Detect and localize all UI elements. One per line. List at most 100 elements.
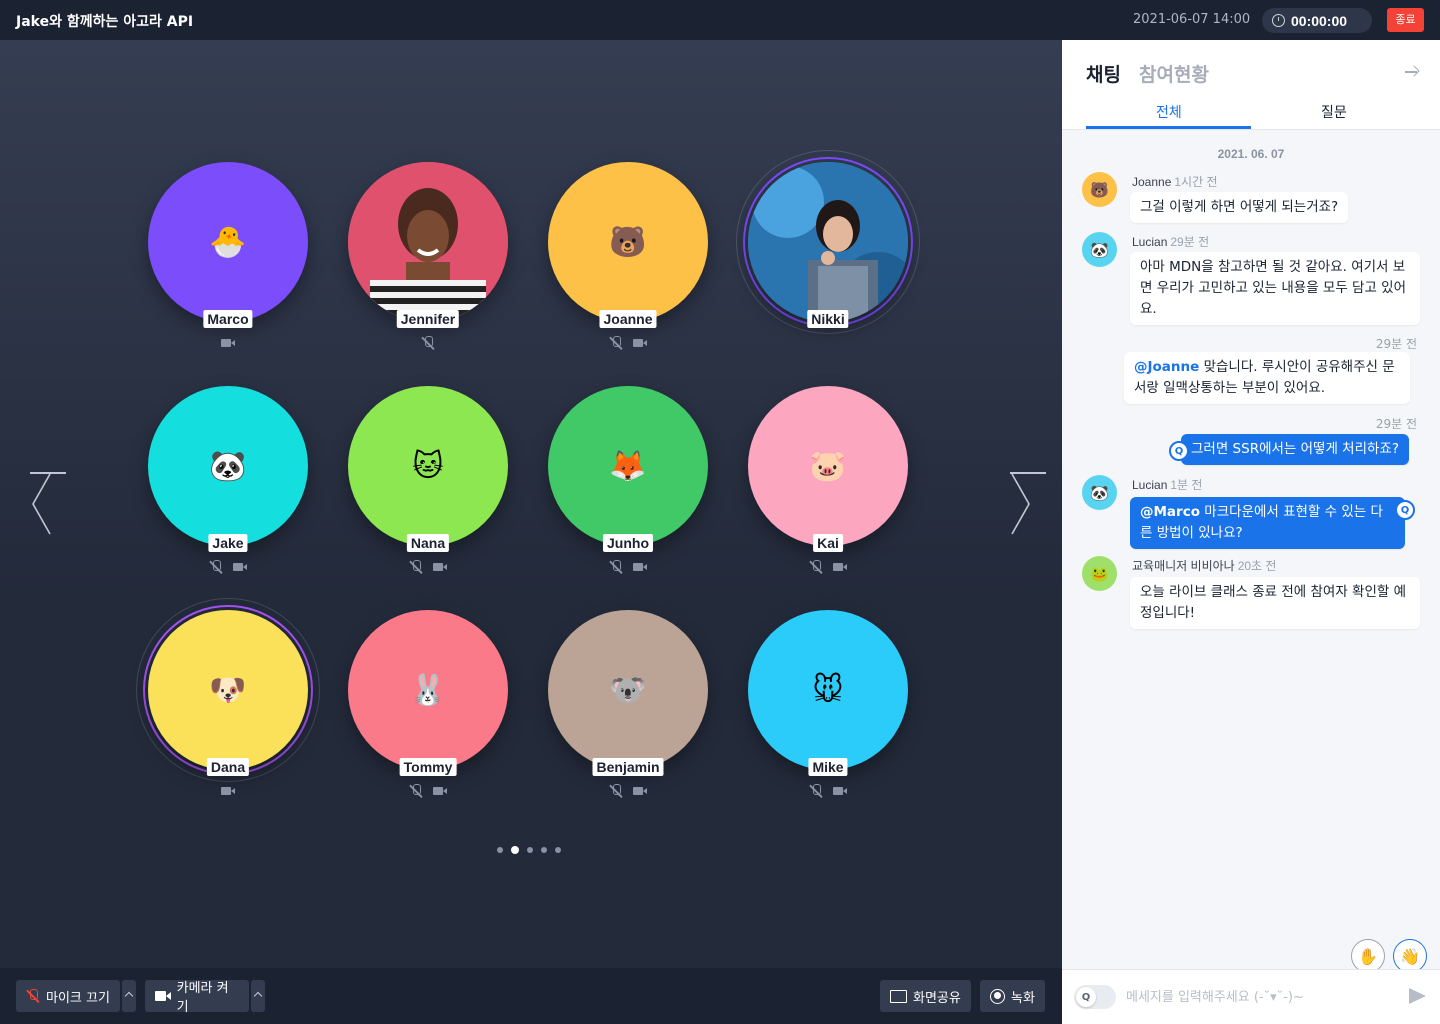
participant-status (548, 336, 708, 350)
message-time: 29분 전 (1375, 417, 1417, 431)
message-text-line: 아마 MDN을 참고하면 될 것 같아요. 여기서 보 (1140, 259, 1406, 275)
end-session-button[interactable]: 종료 (1387, 8, 1424, 32)
prev-page-arrow[interactable] (30, 472, 66, 536)
subtab-questions[interactable]: 질문 (1321, 102, 1347, 122)
message-time: 29분 전 (1375, 337, 1417, 351)
participant-name: Junho (603, 534, 653, 552)
page-dot[interactable] (511, 846, 519, 854)
participant-tile[interactable]: 🐷 Kai (748, 386, 908, 571)
participant-avatar (348, 162, 508, 322)
collapse-panel-arrow-icon[interactable] (1404, 64, 1420, 80)
mention[interactable]: @Marco (1140, 504, 1200, 520)
message-text: 맞습니다. 루시안이 공유해주신 문 (1199, 359, 1395, 375)
participant-status (348, 784, 508, 798)
record-label: 녹화 (1011, 990, 1035, 1006)
record-icon (990, 988, 1005, 1004)
participant-emoji-icon: 🐼 (209, 448, 247, 484)
participant-tile[interactable]: 🐻 Joanne (548, 162, 708, 347)
participant-emoji-icon: 🐻 (609, 224, 647, 260)
clap-button[interactable]: 👋 (1393, 939, 1427, 973)
wave-hand-icon: 👋 (1400, 946, 1420, 966)
participant-tile[interactable]: Nikki (736, 150, 920, 334)
screen-share-button[interactable]: 화면공유 (880, 980, 971, 1012)
mic-off-icon (209, 560, 223, 574)
participant-name: Jennifer (396, 310, 460, 328)
date-separator: 2021. 06. 07 (1217, 147, 1285, 161)
raise-hand-button[interactable]: ✋ (1351, 939, 1385, 973)
participant-emoji-icon: 🐶 (209, 672, 247, 708)
tab-participants[interactable]: 참여현황 (1139, 60, 1209, 87)
participant-tile[interactable]: 🐣 Marco (148, 162, 308, 347)
participant-avatar: 🦊 (548, 386, 708, 546)
participant-status (748, 784, 908, 798)
camera-toggle-button[interactable]: 카메라 켜기 (145, 980, 249, 1015)
tab-chat[interactable]: 채팅 (1086, 60, 1121, 87)
mic-toggle-label: 마이크 끄기 (46, 990, 110, 1006)
camera-off-icon (633, 784, 647, 798)
mention[interactable]: @Joanne (1134, 359, 1199, 375)
message-meta: 교육매니저 비비아나 20초 전 (1132, 557, 1276, 574)
chat-subtabs: 전체 질문 (1062, 96, 1440, 130)
message-input[interactable] (1126, 986, 1396, 1008)
page-dot[interactable] (555, 847, 561, 853)
chat-messages[interactable]: 2021. 06. 07 🐻 Joanne 1시간 전 그걸 이렇게 하면 어떻게… (1062, 130, 1440, 973)
participant-avatar: 🐷 (748, 386, 908, 546)
next-page-arrow[interactable] (1010, 472, 1046, 536)
session-datetime: 2021-06-07 14:00 (1133, 12, 1251, 27)
participant-tile[interactable]: 🐼 Jake (148, 386, 308, 571)
camera-icon (155, 990, 171, 1002)
send-icon[interactable] (1409, 988, 1427, 1004)
message-time: 29분 전 (1170, 235, 1210, 249)
participant-avatar: 🐱 (348, 386, 508, 546)
participant-avatar: 🐼 (148, 386, 308, 546)
participant-name: Benjamin (592, 758, 664, 776)
mic-off-icon (809, 560, 823, 574)
camera-off-icon (433, 784, 447, 798)
mic-off-icon (809, 784, 823, 798)
page-dot[interactable] (541, 847, 547, 853)
session-timer: 00:00:00 (1262, 8, 1372, 33)
participant-name: Nikki (807, 310, 849, 328)
side-panel: 채팅 참여현황 전체 질문 2021. 06. 07 🐻 Joanne 1시간 전… (1062, 40, 1440, 1024)
mic-toggle-button[interactable]: 마이크 끄기 (16, 980, 120, 1012)
mic-options-caret[interactable] (122, 980, 136, 1012)
message-text-line: 정입니다! (1140, 605, 1196, 621)
timer-value: 00:00:00 (1291, 12, 1348, 29)
participant-avatar: 🐭 (748, 610, 908, 770)
screen-share-icon (890, 989, 907, 1003)
participant-name: Tommy (399, 758, 457, 776)
avatar: 🐸 (1082, 556, 1117, 591)
camera-options-caret[interactable] (251, 980, 265, 1012)
message-meta: Lucian 1분 전 (1132, 476, 1202, 493)
participant-emoji-icon: 🐷 (809, 448, 847, 484)
message-text: 그걸 이렇게 하면 어떻게 되는거죠? (1140, 199, 1339, 215)
participant-tile[interactable]: 🐶 Dana (136, 598, 320, 795)
participant-tile[interactable]: 🐭 Mike (748, 610, 908, 795)
page-dot[interactable] (527, 847, 533, 853)
participant-tile[interactable]: 🐨 Benjamin (548, 610, 708, 795)
mic-off-icon (409, 560, 423, 574)
mic-off-icon (26, 988, 40, 1004)
question-toggle[interactable]: Q (1074, 985, 1116, 1009)
chat-message: @Marco 마크다운에서 표현할 수 있는 다 른 방법이 있나요? (1130, 497, 1405, 549)
question-badge-icon: Q (1395, 500, 1415, 520)
message-time: 1시간 전 (1174, 175, 1218, 189)
camera-toggle-label: 카메라 켜기 (176, 981, 229, 1015)
record-button[interactable]: 녹화 (980, 980, 1045, 1012)
page-dot[interactable] (497, 847, 503, 853)
participant-status (348, 560, 508, 574)
participant-tile[interactable]: Jennifer (348, 162, 508, 347)
participant-name: Jake (208, 534, 248, 552)
camera-off-icon (833, 784, 847, 798)
mic-off-icon (609, 560, 623, 574)
screen-share-label: 화면공유 (913, 990, 961, 1006)
message-text-line: 면 우리가 고민하고 있는 내용을 모두 담고 있어 (1140, 280, 1407, 296)
participant-tile[interactable]: 🐱 Nana (348, 386, 508, 571)
participant-tile[interactable]: 🐰 Tommy (348, 610, 508, 795)
avatar: 🐼 (1082, 475, 1117, 510)
message-author: Lucian (1132, 478, 1168, 492)
participant-tile[interactable]: 🦊 Junho (548, 386, 708, 571)
avatar-emoji-icon: 🐻 (1090, 180, 1109, 199)
avatar-emoji-icon: 🐼 (1090, 240, 1109, 259)
subtab-all[interactable]: 전체 (1156, 102, 1182, 122)
